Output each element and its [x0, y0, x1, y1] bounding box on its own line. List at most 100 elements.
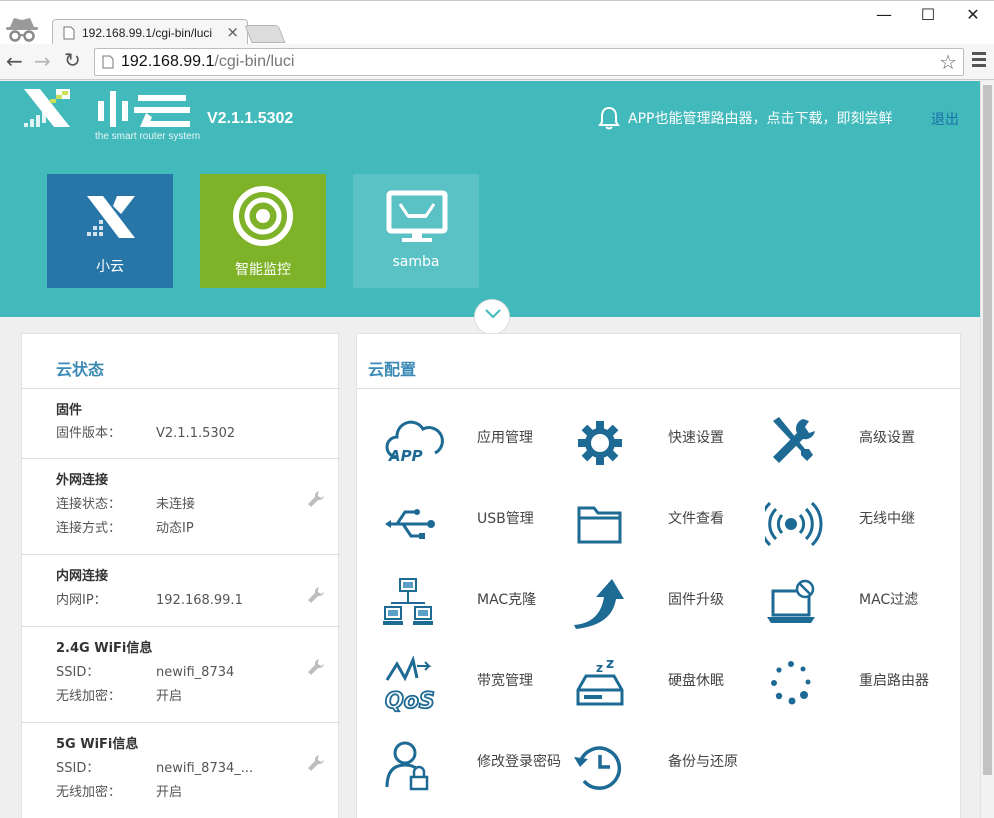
laptop-block-icon	[767, 579, 815, 623]
reload-button[interactable]: ↻	[64, 48, 81, 72]
folder-icon	[577, 506, 622, 544]
config-bandwidth-management[interactable]: QoS 带宽管理	[383, 656, 563, 716]
config-backup-restore[interactable]: 备份与还原	[574, 737, 754, 797]
tile-label: samba	[392, 254, 440, 270]
header-banner: the smart router system V2.1.1.5302 APP也…	[0, 81, 980, 335]
status-section-lan: 内网连接 内网IP： 192.168.99.1	[22, 554, 340, 626]
url-text: 192.168.99.1/cgi-bin/luci	[121, 53, 295, 70]
back-button[interactable]: ←	[6, 49, 23, 73]
browser-menu-icon[interactable]	[972, 52, 986, 70]
tile-smart-monitor[interactable]: 智能监控	[200, 174, 326, 288]
monitor-icon	[386, 190, 448, 242]
config-panel: 云配置 APP 应用管理 快速设置 高级设置 USB管理 文件查看 无线中继 M…	[356, 333, 962, 818]
config-file-browser[interactable]: 文件查看	[574, 494, 754, 554]
tools-icon	[773, 417, 815, 463]
status-row: 内网IP： 192.168.99.1	[56, 593, 243, 608]
config-advanced-settings[interactable]: 高级设置	[765, 413, 945, 473]
wireless-icon	[765, 501, 823, 547]
svg-text:z: z	[596, 661, 603, 675]
config-item-label: 文件查看	[668, 511, 724, 527]
maximize-button[interactable]: ☐	[908, 5, 948, 27]
browser-tab[interactable]: 192.168.99.1/cgi-bin/luci ×	[52, 19, 248, 46]
config-item-label: 修改登录密码	[477, 754, 561, 770]
wrench-icon[interactable]	[306, 753, 326, 773]
incognito-icon	[6, 18, 38, 42]
logout-link[interactable]: 退出	[931, 109, 959, 129]
status-row: 连接方式： 动态IP	[56, 521, 194, 536]
collapse-toggle-button[interactable]	[474, 299, 510, 335]
config-change-password[interactable]: 修改登录密码	[383, 737, 563, 797]
status-panel: 云状态 固件 固件版本： V2.1.1.5302 外网连接 连接状态： 未连接 连接…	[21, 333, 340, 818]
config-panel-title: 云配置	[368, 360, 417, 379]
user-lock-icon	[385, 741, 429, 791]
status-section-wan: 外网连接 连接状态： 未连接 连接方式： 动态IP	[22, 458, 340, 554]
config-item-label: 高级设置	[859, 430, 915, 446]
bell-icon	[598, 106, 620, 130]
config-item-label: 固件升级	[668, 592, 724, 608]
tab-title: 192.168.99.1/cgi-bin/luci	[82, 26, 213, 40]
gear-icon	[578, 421, 622, 465]
wrench-icon[interactable]	[306, 657, 326, 677]
config-wireless-repeater[interactable]: 无线中继	[765, 494, 945, 554]
section-title: 2.4G WiFi信息	[56, 641, 153, 656]
backup-restore-icon	[574, 746, 622, 790]
tile-samba[interactable]: samba	[353, 174, 479, 288]
section-title: 5G WiFi信息	[56, 737, 139, 752]
svg-text:z: z	[606, 656, 614, 672]
svg-text:APP: APP	[388, 447, 423, 465]
divider	[357, 388, 962, 389]
config-mac-clone[interactable]: MAC克隆	[383, 575, 563, 635]
disk-sleep-icon: z z	[576, 656, 624, 706]
config-item-label: 带宽管理	[477, 673, 533, 689]
scrollbar[interactable]	[980, 81, 994, 818]
wrench-icon[interactable]	[306, 585, 326, 605]
config-disk-sleep[interactable]: z z 硬盘休眠	[574, 656, 754, 716]
config-usb-management[interactable]: USB管理	[383, 494, 563, 554]
config-item-label: USB管理	[477, 511, 534, 527]
config-item-label: 快速设置	[668, 430, 724, 446]
chevron-down-icon	[485, 309, 501, 319]
status-row: 固件版本： V2.1.1.5302	[56, 426, 236, 441]
config-item-label: MAC克隆	[477, 592, 537, 608]
forward-button[interactable]: →	[34, 49, 51, 73]
config-app-management[interactable]: APP 应用管理	[383, 413, 563, 473]
status-row: SSID： newifi_8734	[56, 665, 235, 680]
browser-toolbar: ← → ↻ 192.168.99.1/cgi-bin/luci ☆	[0, 44, 994, 80]
usb-icon	[385, 509, 435, 539]
status-section-wifi-5g: 5G WiFi信息 SSID： newifi_8734_... 无线加密： 开启	[22, 722, 340, 818]
config-restart-router[interactable]: 重启路由器	[765, 656, 945, 716]
svg-text:QoS: QoS	[385, 689, 435, 714]
address-bar[interactable]: 192.168.99.1/cgi-bin/luci ☆	[94, 48, 964, 76]
page-content: the smart router system V2.1.1.5302 APP也…	[0, 81, 994, 818]
wrench-icon[interactable]	[306, 489, 326, 509]
network-computers-icon	[383, 578, 433, 625]
config-item-label: MAC过滤	[859, 592, 919, 608]
status-row: 无线加密： 开启	[56, 689, 183, 704]
section-title: 固件	[56, 403, 83, 418]
section-title: 外网连接	[56, 473, 109, 488]
xiaoyun-logo-icon	[87, 196, 135, 238]
bookmark-star-icon[interactable]: ☆	[939, 50, 957, 74]
minimize-button[interactable]: —	[864, 5, 904, 27]
firmware-version: V2.1.1.5302	[207, 110, 294, 127]
config-item-label: 重启路由器	[859, 673, 929, 689]
scrollbar-thumb[interactable]	[983, 85, 992, 775]
app-download-link[interactable]: APP也能管理路由器，点击下载，即刻尝鲜	[628, 108, 892, 128]
page-icon	[102, 55, 114, 69]
close-window-button[interactable]: ✕	[953, 5, 993, 27]
config-item-label: 硬盘休眠	[668, 673, 724, 689]
status-panel-title: 云状态	[56, 360, 105, 379]
tab-close-button[interactable]: ×	[226, 23, 239, 41]
tile-xiaoyun[interactable]: 小云	[47, 174, 173, 288]
app-cloud-icon: APP	[385, 420, 444, 465]
new-tab-button[interactable]	[244, 25, 286, 43]
status-row: 无线加密： 开启	[56, 785, 183, 800]
status-row: 连接状态： 未连接	[56, 497, 196, 512]
config-mac-filter[interactable]: MAC过滤	[765, 575, 945, 635]
status-section-wifi-24g: 2.4G WiFi信息 SSID： newifi_8734 无线加密： 开启	[22, 626, 340, 722]
config-quick-setup[interactable]: 快速设置	[574, 413, 754, 473]
page-icon	[63, 26, 75, 40]
config-item-label: 应用管理	[477, 430, 533, 446]
restart-dots-icon	[771, 661, 811, 705]
config-firmware-upgrade[interactable]: 固件升级	[574, 575, 754, 635]
